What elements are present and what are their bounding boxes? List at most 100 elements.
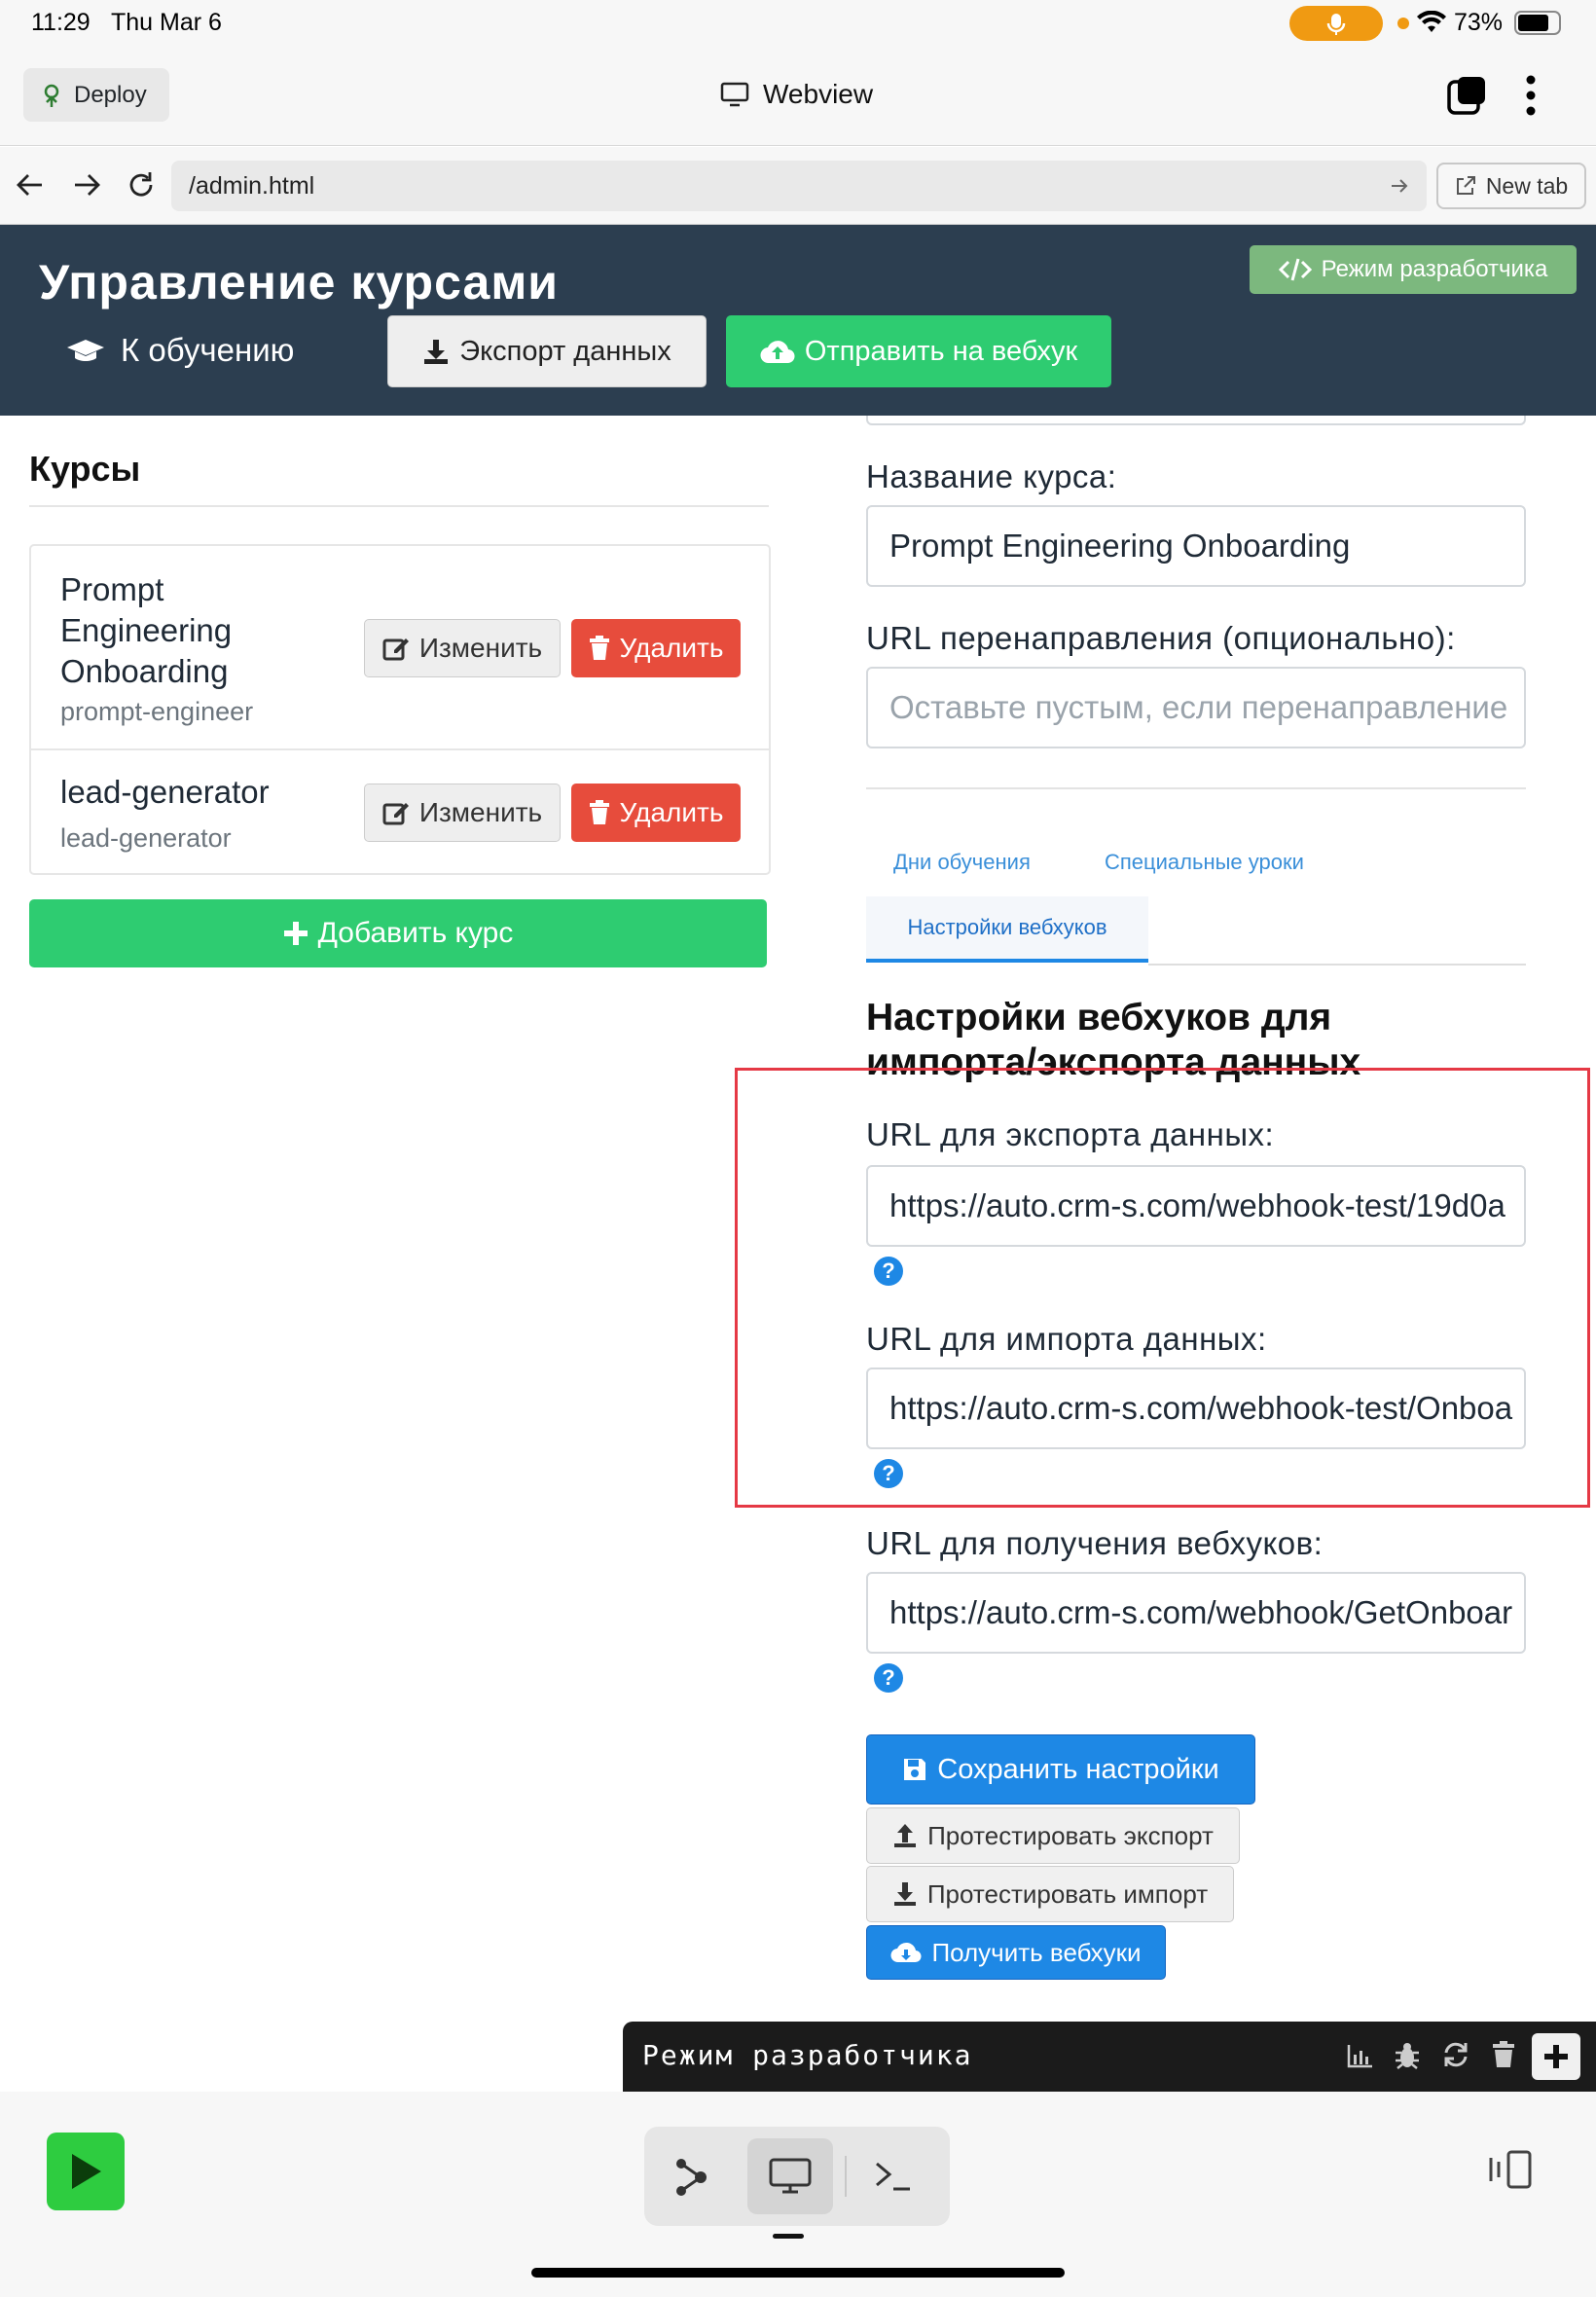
delete-label: Удалить [619,633,724,663]
edit-icon [382,638,409,661]
refresh-icon[interactable] [1442,2041,1469,2068]
external-link-icon [1456,176,1475,195]
save-settings-button[interactable]: Сохранить настройки [866,1734,1255,1805]
course-slug: prompt-engineer [60,697,254,726]
back-arrow-icon[interactable] [16,172,45,198]
back-to-learning-link[interactable]: К обучению [66,332,294,369]
deploy-button[interactable]: Deploy [23,68,169,122]
more-options-icon[interactable] [1525,74,1537,117]
receive-help-icon[interactable]: ? [874,1663,903,1693]
url-text: /admin.html [189,171,315,200]
send-webhook-button[interactable]: Отправить на вебхук [726,315,1111,387]
trash-icon [589,636,609,660]
course-name-label: Название курса: [866,458,1117,494]
new-tab-label: New tab [1485,172,1569,199]
save-settings-label: Сохранить настройки [937,1753,1219,1785]
course-title-line: Engineering [60,612,233,648]
developer-mode-button[interactable]: Режим разработчика [1250,245,1577,294]
test-export-button[interactable]: Протестировать экспорт [866,1807,1240,1864]
status-bar: 11:29 Thu Mar 6 73% [0,0,1596,47]
back-to-learning-label: К обучению [121,332,295,368]
stats-icon[interactable] [1347,2043,1374,2068]
receive-url-input[interactable]: https://auto.crm-s.com/webhook/GetOnboar [866,1572,1526,1654]
delete-course-button[interactable]: Удалить [571,784,741,842]
course-title-line: Prompt [60,571,164,607]
url-input[interactable]: /admin.html [171,161,1427,211]
tabs-icon[interactable] [1446,74,1489,117]
add-course-button[interactable]: Добавить курс [29,899,767,967]
monitor-icon [769,2158,812,2194]
test-import-button[interactable]: Протестировать импорт [866,1866,1234,1922]
go-arrow-icon[interactable] [1390,176,1409,196]
app-top-bar: Deploy Webview [0,47,1596,146]
deploy-label: Deploy [74,81,147,108]
bottom-toolbar [0,2092,1596,2297]
microphone-indicator [1289,6,1383,41]
save-icon [904,1759,926,1780]
status-time: 11:29 [31,9,91,36]
battery-percent: 73% [1454,9,1504,36]
url-bar: /admin.html New tab [0,147,1596,225]
add-course-label: Добавить курс [317,917,514,949]
test-export-label: Протестировать экспорт [927,1820,1214,1850]
battery-icon [1514,11,1561,35]
course-list: Prompt Engineering Onboarding prompt-eng… [29,544,771,875]
bug-icon[interactable] [1394,2041,1421,2070]
dev-mode-panel: Режим разработчика [623,2022,1596,2092]
redirect-url-input[interactable]: Оставьте пустым, если перенаправление [866,667,1526,748]
microphone-icon [1326,14,1346,35]
highlight-box [735,1068,1590,1508]
export-data-label: Экспорт данных [459,335,671,367]
tab-special-lessons[interactable]: Специальные уроки [1105,850,1304,875]
new-tab-button[interactable]: New tab [1436,163,1586,209]
delete-course-button[interactable]: Удалить [571,619,741,677]
course-title: Prompt Engineering Onboarding [60,569,232,692]
download-icon [424,340,449,364]
run-button[interactable] [47,2133,125,2210]
cloud-download-icon [890,1942,922,1963]
tabs-underline [1148,964,1526,966]
list-item: lead-generator lead-generator Изменить У… [31,750,769,873]
help-glyph: ? [882,1665,895,1690]
get-webhooks-label: Получить вебхуки [931,1937,1142,1967]
previous-field-edge [866,416,1526,425]
get-webhooks-button[interactable]: Получить вебхуки [866,1925,1166,1980]
trash-icon[interactable] [1492,2041,1515,2068]
code-icon [1278,258,1312,281]
page-header: Управление курсами К обучению Экспорт да… [0,225,1596,416]
plus-icon [283,922,308,945]
download-icon [893,1882,916,1906]
webview-title: Webview [720,79,873,110]
switcher-divider [845,2156,847,2197]
split-view-icon[interactable] [1487,2150,1534,2189]
deploy-icon [44,84,59,107]
dev-mode-title: Режим разработчика [642,2039,973,2071]
course-title: lead-generator [60,774,270,810]
courses-heading: Курсы [29,449,141,489]
graduation-cap-icon [67,340,104,361]
webhook-section-title-line: Настройки вебхуков для [866,997,1332,1039]
list-item: Prompt Engineering Onboarding prompt-eng… [31,546,769,750]
test-import-label: Протестировать импорт [926,1878,1209,1909]
export-data-button[interactable]: Экспорт данных [387,315,707,387]
tab-webhook-settings[interactable]: Настройки вебхуков [866,896,1148,963]
course-slug: lead-generator [60,823,232,853]
graph-icon[interactable] [673,2158,708,2197]
reload-icon[interactable] [126,169,157,201]
webview-tab-active[interactable] [747,2138,833,2214]
tab-training-days[interactable]: Дни обучения [893,850,1031,875]
home-indicator [531,2268,1065,2278]
section-divider [866,787,1526,789]
terminal-icon[interactable] [874,2160,913,2193]
receive-url-value: https://auto.crm-s.com/webhook/GetOnboar [889,1594,1513,1630]
forward-arrow-icon[interactable] [72,172,101,198]
edit-course-button[interactable]: Изменить [364,784,561,842]
page-title: Управление курсами [39,255,560,310]
edit-course-button[interactable]: Изменить [364,619,561,677]
add-panel-button[interactable] [1532,2033,1580,2080]
play-icon [72,2154,101,2189]
developer-mode-label: Режим разработчика [1321,256,1548,282]
edit-label: Изменить [418,633,543,663]
course-name-input[interactable]: Prompt Engineering Onboarding [866,505,1526,587]
cloud-upload-icon [760,341,795,364]
